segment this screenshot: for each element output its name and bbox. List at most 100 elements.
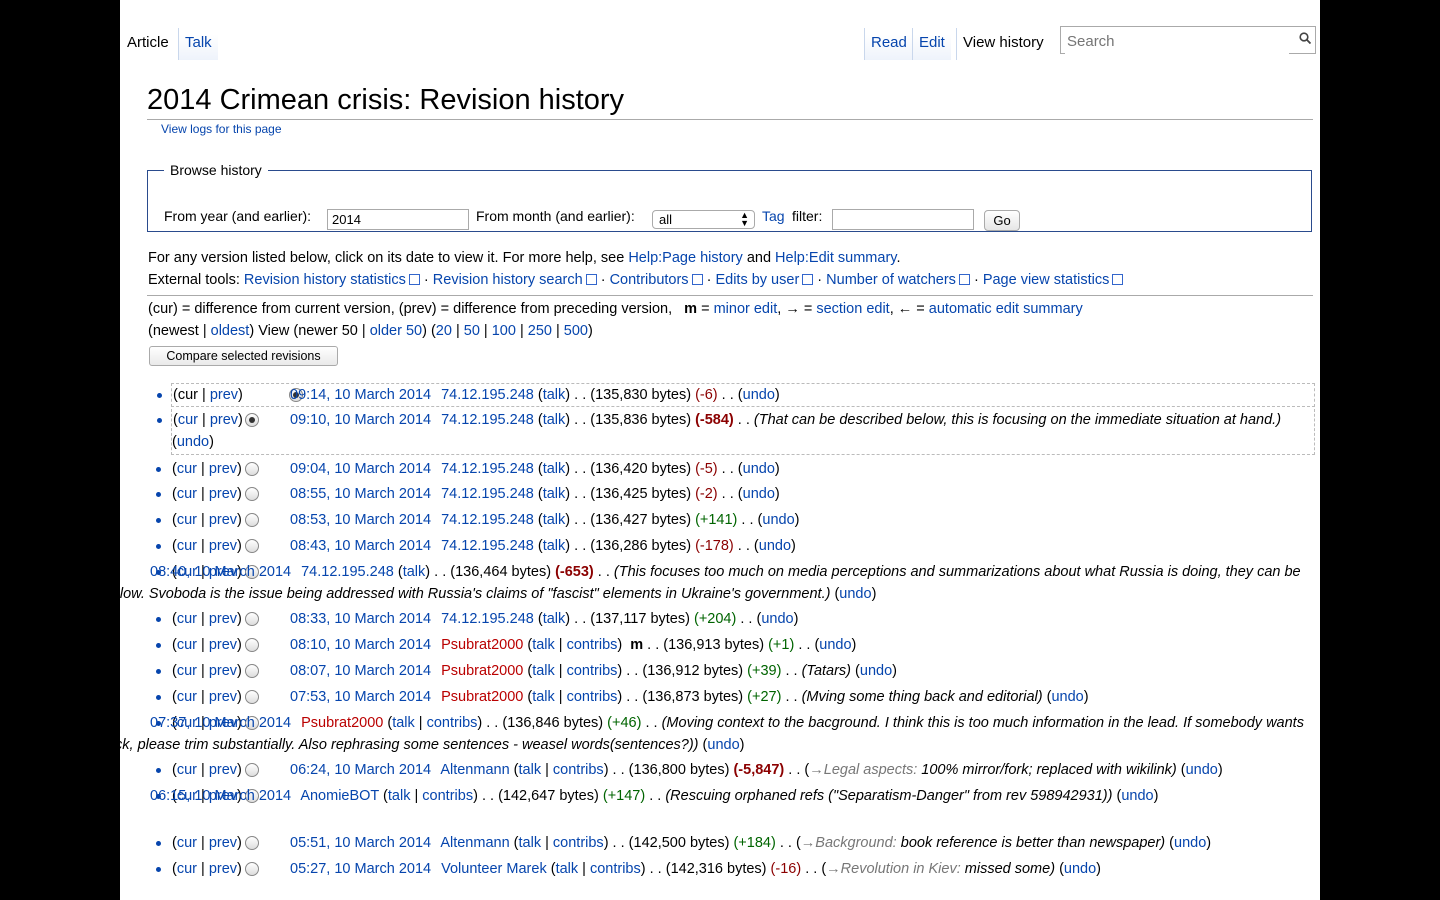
revision-date-link[interactable]: 05:51, 10 March 2014 (290, 835, 431, 851)
revision-date-link[interactable]: 08:40, 10 March 2014 (150, 564, 291, 580)
talk-link[interactable]: talk (543, 611, 566, 627)
tag-link[interactable]: Tag (762, 208, 785, 224)
prev-link[interactable]: prev (209, 663, 237, 679)
automatic-summary-link[interactable]: automatic edit summary (929, 301, 1083, 317)
search-icon[interactable] (1299, 32, 1311, 44)
undo-link[interactable]: undo (177, 434, 209, 450)
month-select[interactable]: all ▲ ▼ (652, 210, 755, 229)
user-link[interactable]: Psubrat2000 (441, 663, 523, 679)
revision-date-link[interactable]: 07:53, 10 March 2014 (290, 689, 431, 705)
cur-link[interactable]: cur (177, 486, 197, 502)
section-link[interactable]: →Legal aspects: (809, 762, 917, 778)
revision-date-link[interactable]: 08:43, 10 March 2014 (290, 538, 431, 554)
go-button[interactable]: Go (984, 210, 1020, 231)
talk-link[interactable]: talk (519, 762, 542, 778)
contribs-link[interactable]: contribs (553, 762, 604, 778)
revision-radio[interactable] (245, 487, 259, 501)
user-link[interactable]: 74.12.195.248 (441, 461, 534, 477)
revision-date-link[interactable]: 08:55, 10 March 2014 (290, 486, 431, 502)
talk-link[interactable]: talk (543, 486, 566, 502)
help-page-history-link[interactable]: Help:Page history (628, 250, 742, 266)
user-link[interactable]: 74.12.195.248 (441, 412, 534, 428)
talk-link[interactable]: talk (532, 663, 555, 679)
revision-date-link[interactable]: 08:07, 10 March 2014 (290, 663, 431, 679)
user-link[interactable]: 74.12.195.248 (441, 611, 534, 627)
revision-radio[interactable] (245, 612, 259, 626)
cur-link[interactable]: cur (177, 637, 197, 653)
cur-link[interactable]: cur (177, 835, 197, 851)
prev-link[interactable]: prev (209, 486, 237, 502)
contribs-link[interactable]: contribs (590, 861, 641, 877)
user-link[interactable]: Altenmann (440, 835, 509, 851)
revision-date-link[interactable]: 09:14, 10 March 2014 (290, 387, 431, 403)
external-tool-link[interactable]: Revision history search (433, 272, 597, 288)
contribs-link[interactable]: contribs (553, 835, 604, 851)
tab-read[interactable]: Read (864, 28, 913, 60)
contribs-link[interactable]: contribs (422, 788, 473, 804)
user-link[interactable]: 74.12.195.248 (441, 387, 534, 403)
undo-link[interactable]: undo (1174, 835, 1206, 851)
limit-link[interactable]: 500 (564, 323, 588, 339)
talk-link[interactable]: talk (519, 835, 542, 851)
external-tool-link[interactable]: Contributors (610, 272, 703, 288)
view-logs-link[interactable]: View logs for this page (161, 122, 282, 136)
external-tool-link[interactable]: Revision history statistics (244, 272, 420, 288)
undo-link[interactable]: undo (1121, 788, 1153, 804)
undo-link[interactable]: undo (1186, 762, 1218, 778)
revision-date-link[interactable]: 05:27, 10 March 2014 (290, 861, 431, 877)
undo-link[interactable]: undo (759, 538, 791, 554)
section-edit-link[interactable]: section edit (816, 301, 889, 317)
tag-filter-input[interactable] (832, 209, 974, 230)
undo-link[interactable]: undo (743, 486, 775, 502)
prev-link[interactable]: prev (209, 835, 237, 851)
user-link[interactable]: Psubrat2000 (441, 689, 523, 705)
revision-date-link[interactable]: 08:10, 10 March 2014 (290, 637, 431, 653)
undo-link[interactable]: undo (761, 611, 793, 627)
prev-link[interactable]: prev (209, 637, 237, 653)
undo-link[interactable]: undo (860, 663, 892, 679)
undo-link[interactable]: undo (1051, 689, 1083, 705)
limit-link[interactable]: 20 (436, 323, 452, 339)
revision-date-link[interactable]: 08:33, 10 March 2014 (290, 611, 431, 627)
undo-link[interactable]: undo (762, 512, 794, 528)
revision-date-link[interactable]: 08:53, 10 March 2014 (290, 512, 431, 528)
tab-article[interactable]: Article (121, 28, 175, 60)
revision-radio[interactable] (245, 690, 259, 704)
limit-link[interactable]: 250 (528, 323, 552, 339)
prev-link[interactable]: prev (209, 512, 237, 528)
external-tool-link[interactable]: Number of watchers (826, 272, 970, 288)
revision-radio[interactable] (245, 539, 259, 553)
tab-view-history[interactable]: View history (956, 28, 1050, 60)
year-input[interactable]: 2014 (327, 209, 469, 230)
tab-edit[interactable]: Edit (912, 28, 951, 60)
revision-date-link[interactable]: 07:37, 10 March 2014 (150, 715, 291, 731)
user-link[interactable]: AnomieBOT (300, 788, 379, 804)
prev-link[interactable]: prev (209, 538, 237, 554)
cur-link[interactable]: cur (177, 762, 197, 778)
user-link[interactable]: Volunteer Marek (441, 861, 547, 877)
search-box[interactable] (1060, 26, 1316, 54)
contribs-link[interactable]: contribs (567, 689, 618, 705)
cur-link[interactable]: cur (177, 538, 197, 554)
undo-link[interactable]: undo (743, 461, 775, 477)
revision-radio[interactable] (245, 862, 259, 876)
prev-link[interactable]: prev (209, 611, 237, 627)
revision-date-link[interactable]: 09:10, 10 March 2014 (290, 412, 431, 428)
prev-link[interactable]: prev (210, 387, 238, 403)
revision-radio[interactable] (245, 763, 259, 777)
user-link[interactable]: Psubrat2000 (301, 715, 383, 731)
revision-radio[interactable] (245, 638, 259, 652)
oldest-link[interactable]: oldest (211, 323, 250, 339)
limit-link[interactable]: 50 (464, 323, 480, 339)
prev-link[interactable]: prev (209, 762, 237, 778)
contribs-link[interactable]: contribs (567, 637, 618, 653)
revision-radio[interactable] (245, 664, 259, 678)
user-link[interactable]: Altenmann (440, 762, 509, 778)
cur-link[interactable]: cur (177, 461, 197, 477)
user-link[interactable]: 74.12.195.248 (441, 512, 534, 528)
prev-link[interactable]: prev (209, 461, 237, 477)
cur-link[interactable]: cur (177, 611, 197, 627)
user-link[interactable]: 74.12.195.248 (441, 538, 534, 554)
cur-link[interactable]: cur (177, 861, 197, 877)
contribs-link[interactable]: contribs (427, 715, 478, 731)
